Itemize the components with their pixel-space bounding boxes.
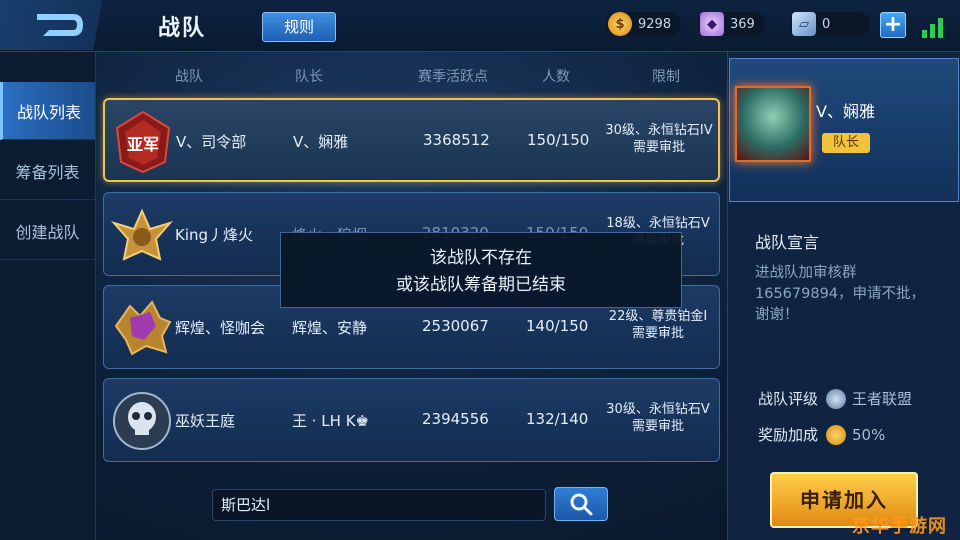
coin-icon: $ xyxy=(608,12,632,36)
rating-value: 王者联盟 xyxy=(852,390,913,408)
crimson-army-emblem-icon: 亚军 xyxy=(115,110,171,174)
watermark-logo: 京华手游网 xyxy=(852,516,947,537)
bonus-value: 50% xyxy=(852,425,886,444)
back-button[interactable] xyxy=(0,0,118,50)
coin-counter[interactable]: $ 9298 xyxy=(606,12,682,36)
team-limit: 22级、尊贵铂金I 需要审批 xyxy=(598,308,718,342)
team-name: King丿烽火 xyxy=(175,226,254,244)
team-limit: 30级、永恒钻石IV 需要审批 xyxy=(599,122,719,156)
team-name: V、司令部 xyxy=(176,133,247,151)
limit-level: 30级、永恒钻石IV xyxy=(605,123,713,138)
declaration-text: 进战队加审核群165679894，申请不批，谢谢！ xyxy=(755,265,926,323)
back-arrow-icon xyxy=(37,14,83,36)
team-name: 辉煌、怪咖会 xyxy=(175,319,266,337)
declaration-title: 战队宣言 xyxy=(755,233,820,252)
ticket-icon: ▱ xyxy=(792,12,816,36)
team-members: 132/140 xyxy=(526,410,589,428)
rules-button[interactable]: 规则 xyxy=(262,12,336,42)
bonus-label: 奖励加成 xyxy=(758,426,819,444)
diamond-value: 369 xyxy=(730,16,755,32)
add-currency-button[interactable]: + xyxy=(880,12,906,38)
avatar[interactable] xyxy=(735,86,811,162)
error-toast: 该战队不存在 或该战队筹备期已结束 xyxy=(280,232,682,308)
team-members: 150/150 xyxy=(527,131,590,149)
sidebar: 战队列表 筹备列表 创建战队 xyxy=(0,52,96,540)
sidebar-item-team-list[interactable]: 战队列表 xyxy=(0,82,95,140)
toast-line-1: 该战队不存在 xyxy=(430,248,532,268)
reward-bonus: 奖励加成 50% xyxy=(758,424,885,445)
svg-text:亚军: 亚军 xyxy=(127,135,159,154)
team-activity: 2530067 xyxy=(422,317,489,335)
gold-eagle-emblem-icon xyxy=(110,208,174,261)
signal-icon xyxy=(922,14,948,38)
limit-level: 18级、永恒钻石V xyxy=(606,216,710,231)
diamond-counter[interactable]: ◆ 369 xyxy=(698,12,765,36)
search-icon xyxy=(570,493,593,516)
team-captain: V、娴雅 xyxy=(293,133,349,151)
sidebar-item-create-team[interactable]: 创建战队 xyxy=(0,202,95,260)
ticket-value: 0 xyxy=(822,16,831,32)
team-limit: 30级、永恒钻石V 需要审批 xyxy=(598,401,718,435)
limit-approval: 需要审批 xyxy=(632,140,685,155)
coin-value: 9298 xyxy=(638,16,672,32)
rating-label: 战队评级 xyxy=(758,390,819,408)
captain-badge: 队长 xyxy=(822,133,870,153)
team-row[interactable]: 亚军 V、司令部 V、娴雅 3368512 150/150 30级、永恒钻石IV… xyxy=(103,98,720,182)
toast-line-2: 或该战队筹备期已结束 xyxy=(396,275,566,295)
column-header-limit: 限制 xyxy=(652,69,680,85)
team-rating: 战队评级 王者联盟 xyxy=(758,388,912,409)
diamond-icon: ◆ xyxy=(700,12,724,36)
leader-name: V、娴雅 xyxy=(816,102,875,121)
sidebar-item-prep-list[interactable]: 筹备列表 xyxy=(0,142,95,200)
team-captain: 王 · LH K♚ xyxy=(292,412,369,430)
limit-level: 30级、永恒钻石V xyxy=(606,402,710,417)
limit-level: 22级、尊贵铂金I xyxy=(608,309,708,324)
top-bar: 战队 规则 $ 9298 ◆ 369 ▱ 0 + xyxy=(0,0,960,52)
ticket-counter[interactable]: ▱ 0 xyxy=(790,12,870,36)
limit-approval: 需要审批 xyxy=(631,326,684,341)
team-row[interactable]: 巫妖王庭 王 · LH K♚ 2394556 132/140 30级、永恒钻石V… xyxy=(103,378,720,462)
column-header-activity: 赛季活跃点 xyxy=(418,69,488,85)
limit-approval: 需要审批 xyxy=(631,419,684,434)
skull-emblem-icon xyxy=(113,392,171,450)
coin-icon xyxy=(826,424,847,445)
rating-emblem-icon xyxy=(826,388,847,409)
column-header-members: 人数 xyxy=(542,69,570,85)
page-title: 战队 xyxy=(158,16,207,41)
team-activity: 3368512 xyxy=(423,131,490,149)
column-header-team: 战队 xyxy=(175,69,203,85)
column-header-captain: 队长 xyxy=(295,69,323,85)
search-input[interactable]: 斯巴达l xyxy=(212,489,546,521)
team-name: 巫妖王庭 xyxy=(175,412,236,430)
team-captain: 辉煌、安静 xyxy=(292,319,368,337)
dragon-emblem-icon xyxy=(114,300,172,356)
team-members: 140/150 xyxy=(526,317,589,335)
search-button[interactable] xyxy=(554,487,608,521)
team-activity: 2394556 xyxy=(422,410,489,428)
